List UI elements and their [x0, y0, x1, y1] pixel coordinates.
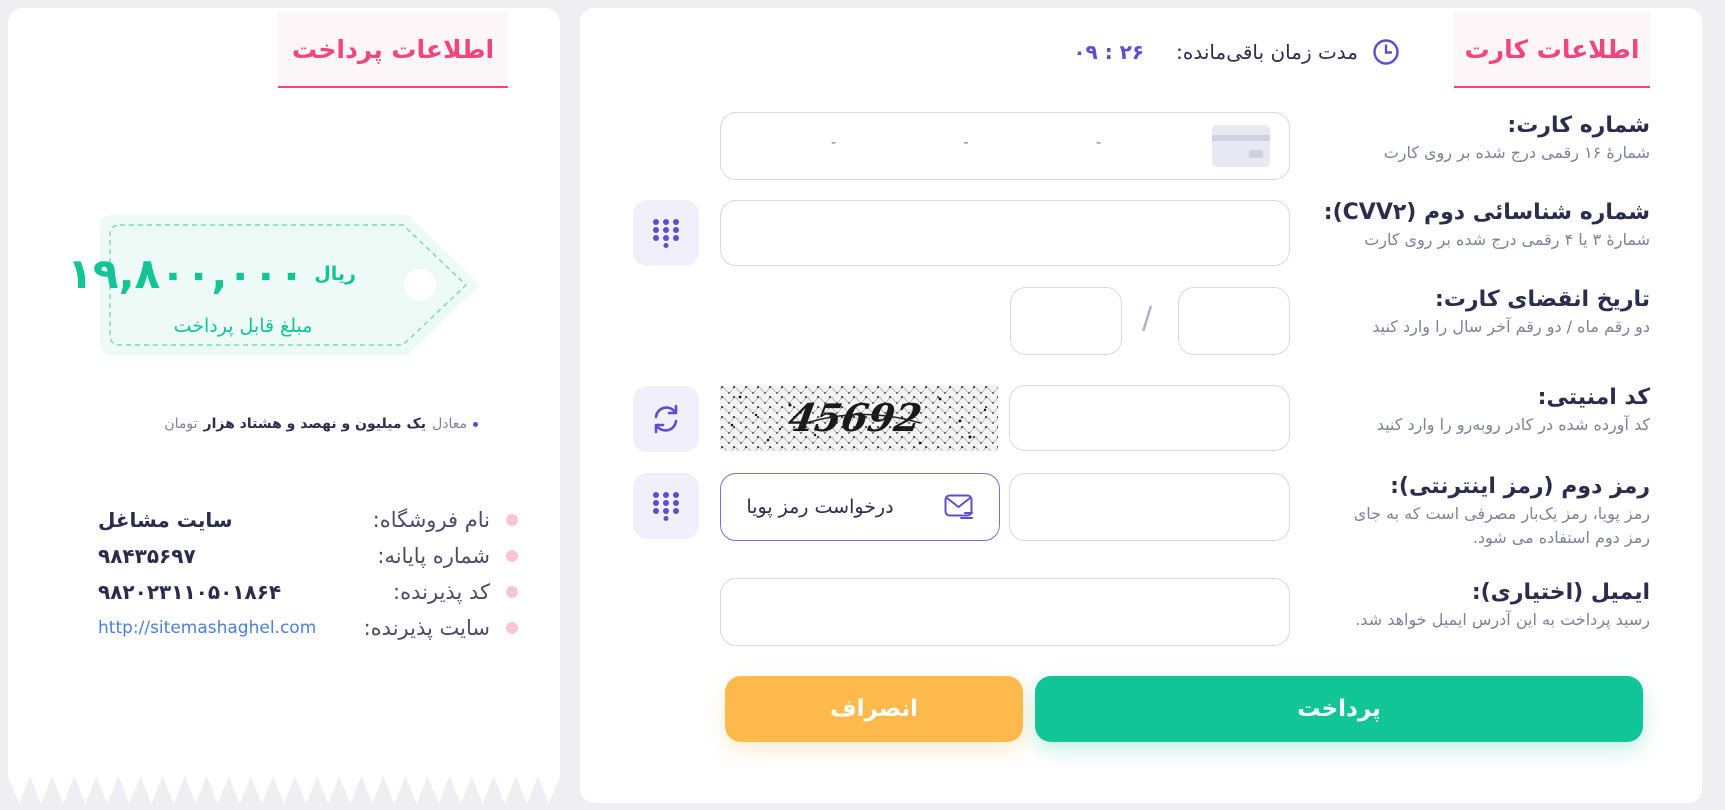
- card-number-separator: -: [831, 135, 837, 151]
- expiry-month-input[interactable]: [1178, 287, 1290, 355]
- card-number-separator: -: [963, 135, 969, 151]
- card-info-panel: اطلاعات کارت مدت زمان باقی‌مانده: ۰۹ : ۲…: [580, 8, 1702, 803]
- request-otp-button[interactable]: درخواست رمز پویا: [720, 473, 1000, 541]
- countdown-timer: مدت زمان باقی‌مانده: ۰۹ : ۲۶: [880, 32, 1400, 72]
- terminal-number-value: ۹۸۴۳۵۶۹۷: [98, 544, 196, 568]
- merchant-code-value: ۹۸۲۰۲۳۱۱۰۵۰۱۸۶۴: [98, 580, 282, 604]
- merchant-info-row: نام فروشگاه: سایت مشاغل: [98, 502, 518, 538]
- captcha-label: کد امنیتی:: [1537, 385, 1650, 410]
- currency-label: ریال: [314, 263, 356, 285]
- bullet-dot: [506, 586, 518, 598]
- email-label-group: ایمیل (اختیاری): رسید پرداخت به این آدرس…: [1355, 578, 1650, 632]
- payable-amount-label: مبلغ قابل پرداخت: [173, 315, 313, 337]
- words-suffix: تومان: [164, 416, 198, 432]
- receipt-zigzag-edge: [8, 776, 560, 804]
- card-number-input[interactable]: - - -: [720, 112, 1290, 180]
- envelope-icon: [944, 494, 973, 519]
- refresh-captcha-button[interactable]: [633, 386, 699, 452]
- captcha-input[interactable]: [1009, 385, 1290, 451]
- expiry-label-group: تاریخ انقضای کارت: دو رقم ماه / دو رقم آ…: [1372, 285, 1650, 339]
- captcha-image: 45692: [720, 385, 998, 451]
- cvv2-keypad-button[interactable]: [633, 200, 699, 266]
- clock-icon: [1373, 39, 1399, 65]
- expiry-hint: دو رقم ماه / دو رقم آخر سال را وارد کنید: [1372, 317, 1650, 336]
- bullet-dot: [506, 550, 518, 562]
- refresh-icon: [654, 404, 678, 434]
- bullet-dot: [506, 514, 518, 526]
- cancel-button[interactable]: انصراف: [725, 676, 1023, 742]
- email-hint: رسید پرداخت به این آدرس ایمیل خواهد شد.: [1355, 610, 1650, 629]
- merchant-site-link[interactable]: http://sitemashaghel.com: [98, 618, 340, 638]
- card-number-hint: شمارهٔ ۱۶ رقمی درج شده بر روی کارت: [1383, 143, 1650, 162]
- keypad-icon: [653, 219, 679, 248]
- cvv2-label: شماره شناسائی دوم (CVV۲):: [1323, 200, 1650, 225]
- cvv2-input[interactable]: [720, 200, 1290, 266]
- payment-info-panel: اطلاعات پرداخت ریال ۱۹,۸۰۰,۰۰۰ مبلغ قابل…: [8, 8, 560, 804]
- cvv2-hint: شمارهٔ ۳ یا ۴ رقمی درج شده بر روی کارت: [1364, 230, 1650, 249]
- timer-value: ۰۹ : ۲۶: [1073, 40, 1145, 64]
- merchant-info-list: نام فروشگاه: سایت مشاغل شماره پایانه: ۹۸…: [98, 502, 518, 646]
- card-number-separators: - - -: [831, 135, 1101, 151]
- card-number-separator: -: [1095, 135, 1101, 151]
- payable-amount: ۱۹,۸۰۰,۰۰۰: [67, 249, 305, 298]
- amount-tag: ریال ۱۹,۸۰۰,۰۰۰ مبلغ قابل پرداخت: [67, 213, 483, 367]
- card-number-label: شماره کارت:: [1507, 113, 1650, 138]
- words-prefix: معادل: [432, 416, 467, 432]
- bullet-dot: [506, 622, 518, 634]
- merchant-info-row: شماره پایانه: ۹۸۴۳۵۶۹۷: [98, 538, 518, 574]
- merchant-info-row: سایت پذیرنده: http://sitemashaghel.com: [98, 610, 518, 646]
- second-password-label: رمز دوم (رمز اینترنتی):: [1390, 474, 1650, 499]
- credit-card-icon: [1212, 125, 1270, 167]
- pay-button[interactable]: پرداخت: [1035, 676, 1643, 742]
- email-input[interactable]: [720, 578, 1290, 646]
- second-password-input[interactable]: [1009, 473, 1290, 541]
- password-keypad-button[interactable]: [633, 473, 699, 539]
- second-password-hint-2: رمز دوم استفاده می شود.: [1472, 528, 1650, 547]
- store-name-value: سایت مشاغل: [98, 508, 233, 532]
- merchant-info-row: کد پذیرنده: ۹۸۲۰۲۳۱۱۰۵۰۱۸۶۴: [98, 574, 518, 610]
- words-amount: یک میلیون و نهصد و هشتاد هزار: [203, 416, 427, 432]
- expiry-year-input[interactable]: [1010, 287, 1122, 355]
- merchant-site-key: سایت پذیرنده:: [363, 616, 490, 640]
- expiry-separator: /: [1142, 301, 1153, 336]
- captcha-label-group: کد امنیتی: کد آورده شده در کادر روبه‌رو …: [1377, 383, 1650, 437]
- cvv2-label-group: شماره شناسائی دوم (CVV۲): شمارهٔ ۳ یا ۴ …: [1324, 198, 1650, 252]
- store-name-key: نام فروشگاه:: [372, 508, 490, 532]
- second-password-label-group: رمز دوم (رمز اینترنتی): رمز پویا، رمز یک…: [1354, 472, 1650, 550]
- bullet-dot: [473, 421, 478, 427]
- timer-label: مدت زمان باقی‌مانده:: [1176, 40, 1358, 64]
- request-otp-label: درخواست رمز پویا: [746, 496, 894, 518]
- terminal-number-key: شماره پایانه:: [377, 544, 490, 568]
- amount-row: ریال ۱۹,۸۰۰,۰۰۰: [67, 253, 356, 295]
- expiry-label: تاریخ انقضای کارت:: [1435, 287, 1650, 312]
- keypad-icon: [653, 492, 679, 521]
- email-label: ایمیل (اختیاری):: [1471, 580, 1650, 605]
- payment-info-title: اطلاعات پرداخت: [278, 12, 508, 88]
- merchant-code-key: کد پذیرنده:: [393, 580, 490, 604]
- second-password-hint-1: رمز پویا، رمز یک‌بار مصرفی است که به جای: [1353, 504, 1650, 523]
- card-number-label-group: شماره کارت: شمارهٔ ۱۶ رقمی درج شده بر رو…: [1384, 111, 1650, 165]
- captcha-hint: کد آورده شده در کادر روبه‌رو را وارد کنی…: [1376, 415, 1650, 434]
- amount-in-words: معادل یک میلیون و نهصد و هشتاد هزار توما…: [158, 416, 478, 432]
- card-info-title: اطلاعات کارت: [1454, 12, 1650, 88]
